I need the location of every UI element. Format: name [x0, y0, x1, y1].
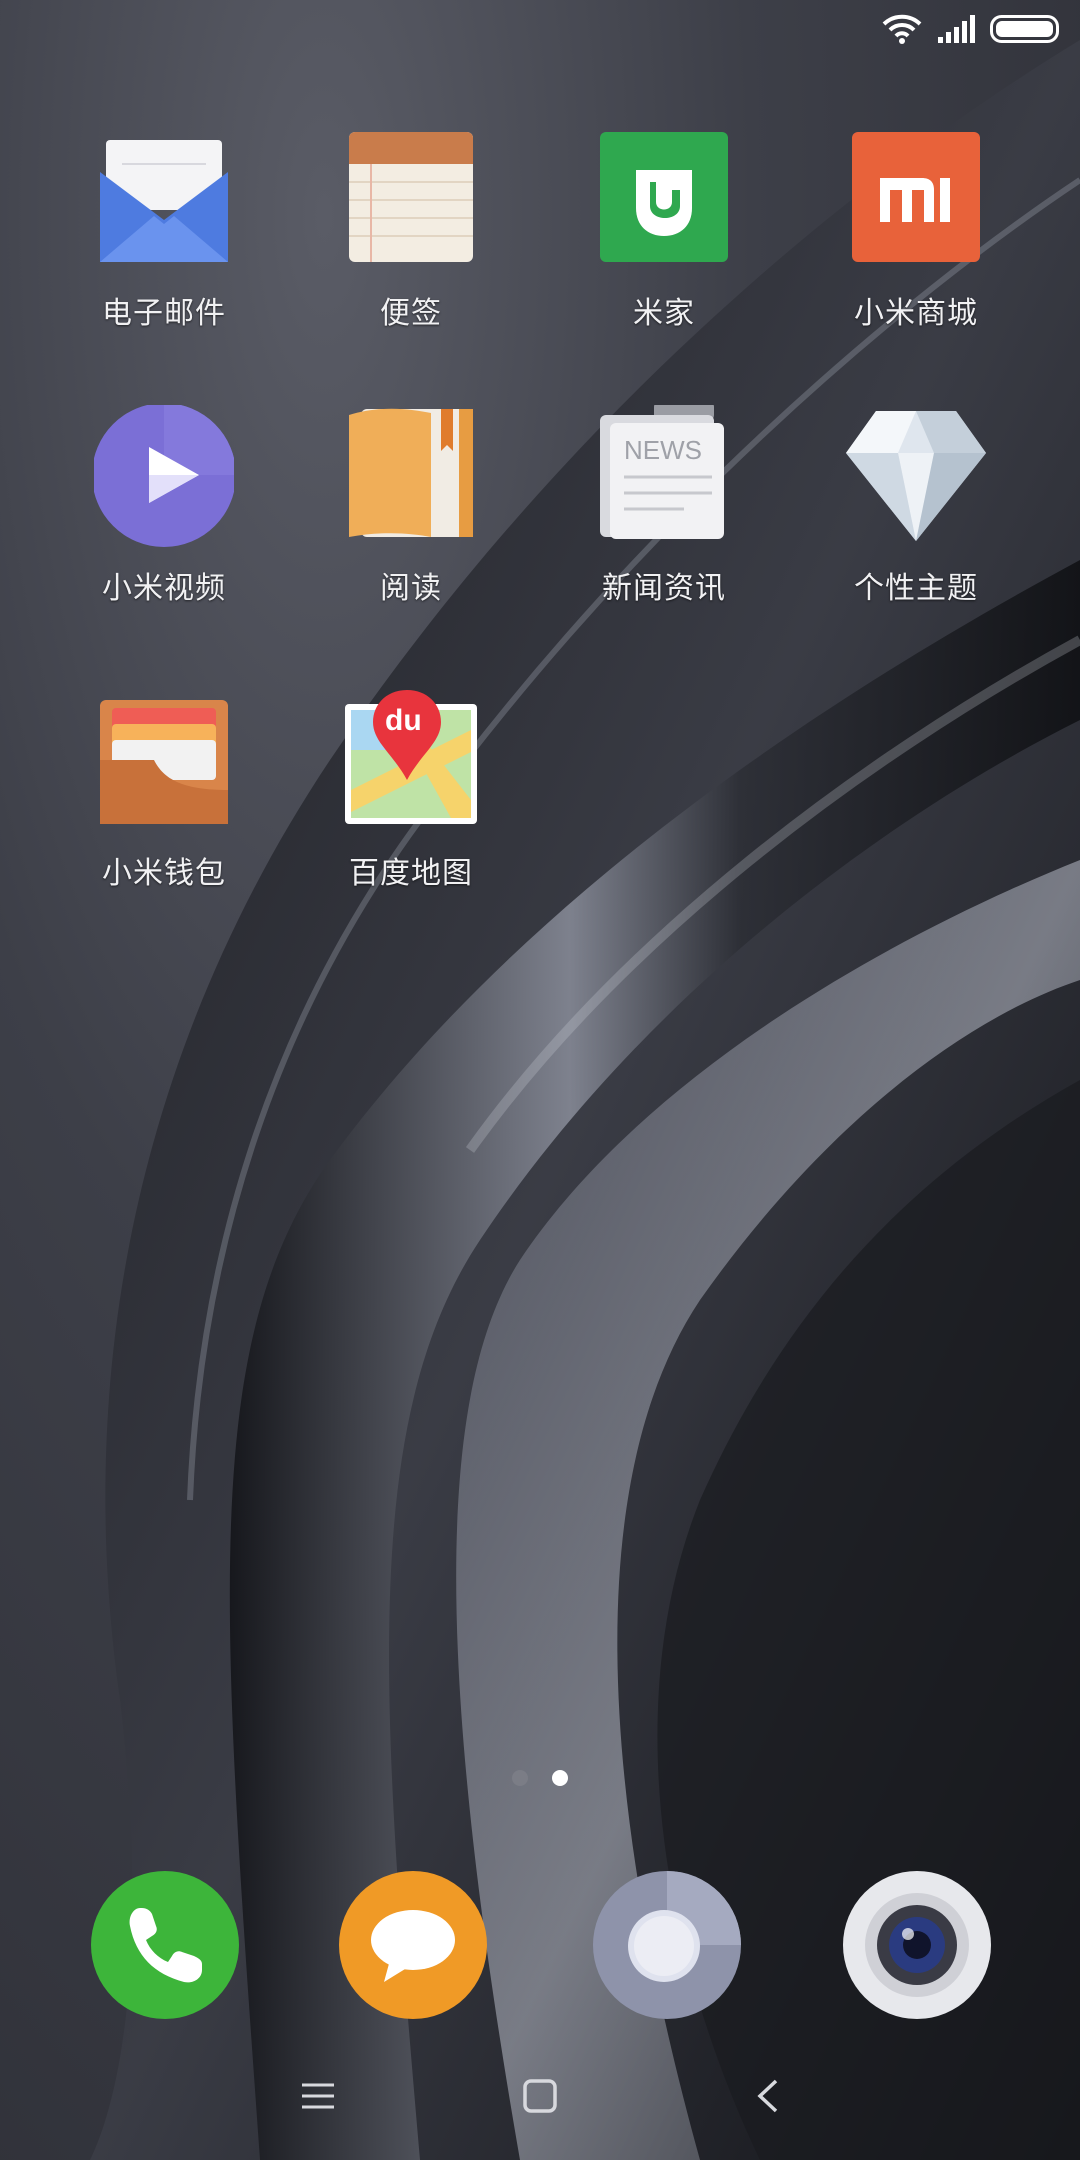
app-mijia[interactable]: 米家 — [564, 130, 764, 332]
app-baidu-map[interactable]: du 百度地图 — [311, 690, 511, 892]
app-label: 新闻资讯 — [602, 571, 726, 606]
notes-icon — [341, 130, 481, 270]
app-label: 便签 — [380, 296, 442, 331]
app-wallet[interactable]: 小米钱包 — [64, 690, 264, 892]
news-text: NEWS — [624, 435, 702, 465]
email-icon — [94, 130, 234, 270]
themes-icon — [846, 405, 986, 545]
menu-icon[interactable] — [288, 2068, 348, 2124]
app-label: 小米视频 — [102, 571, 226, 606]
browser-icon[interactable] — [592, 1870, 742, 2020]
app-news[interactable]: NEWS 新闻资讯 — [564, 401, 764, 607]
page-dot-2[interactable] — [552, 1770, 568, 1786]
app-notes[interactable]: 便签 — [311, 130, 511, 332]
page-indicator — [0, 1770, 1080, 1786]
baidu-map-icon: du — [341, 690, 481, 830]
status-bar — [0, 0, 1080, 60]
app-mi-store[interactable]: 小米商城 — [816, 130, 1016, 332]
app-video[interactable]: 小米视频 — [64, 403, 264, 607]
baidu-text: du — [385, 704, 422, 737]
app-themes[interactable]: 个性主题 — [816, 405, 1016, 607]
camera-icon[interactable] — [842, 1870, 992, 2020]
mijia-icon — [594, 130, 734, 270]
page-dot-1[interactable] — [512, 1770, 528, 1786]
navigation-bar — [0, 2060, 1080, 2130]
app-label: 小米商城 — [854, 296, 978, 331]
wifi-icon — [882, 14, 922, 44]
app-label: 百度地图 — [349, 856, 473, 891]
messages-icon[interactable] — [338, 1870, 488, 2020]
app-reader[interactable]: 阅读 — [311, 405, 511, 607]
home-icon[interactable] — [510, 2068, 570, 2124]
app-label: 个性主题 — [854, 571, 978, 606]
phone-icon[interactable] — [90, 1870, 240, 2020]
app-email[interactable]: 电子邮件 — [64, 130, 264, 332]
wallet-icon — [94, 690, 234, 830]
mi-store-icon — [846, 130, 986, 270]
reader-icon — [341, 405, 481, 545]
app-label: 电子邮件 — [102, 296, 226, 331]
video-icon — [92, 403, 236, 547]
app-label: 米家 — [633, 296, 695, 331]
battery-icon — [990, 15, 1062, 43]
app-label: 阅读 — [380, 571, 442, 606]
back-icon[interactable] — [738, 2068, 798, 2124]
signal-icon — [936, 15, 976, 43]
app-label: 小米钱包 — [102, 856, 226, 891]
news-icon: NEWS — [594, 401, 734, 545]
